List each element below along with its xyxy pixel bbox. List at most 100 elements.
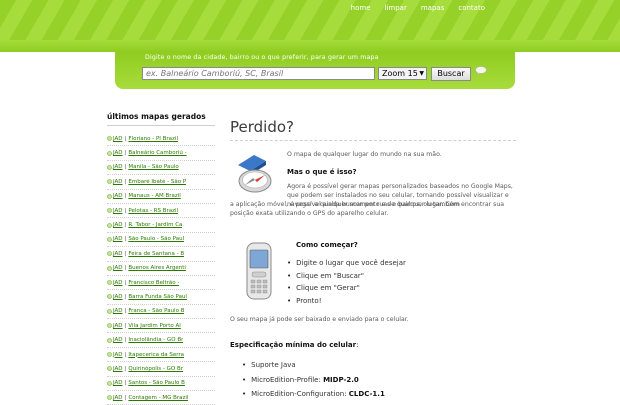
compass-map-icon bbox=[238, 155, 272, 193]
nav-contato-link[interactable]: contato bbox=[451, 4, 492, 12]
recent-maps-list: JAD | Floriano - PI Brazil JAD | Balneário Ca… bbox=[107, 132, 215, 405]
header-banner: home limpar mapas contato bbox=[0, 0, 620, 52]
map-location-link[interactable]: Manila - São Paulo bbox=[128, 164, 178, 170]
map-pin-icon bbox=[107, 395, 112, 401]
list-item: JAD | Embaré Ibaté - São P bbox=[107, 175, 215, 190]
map-pin-icon bbox=[107, 352, 112, 357]
separator: | bbox=[124, 293, 127, 300]
description-text-cont: a aplicação móvel, é possível ainda busc… bbox=[230, 201, 505, 217]
spec-heading: Especificação mínima do celular: bbox=[230, 341, 358, 349]
spec-heading-label: Especificação mínima do celular bbox=[230, 341, 357, 349]
separator: | bbox=[124, 265, 127, 272]
map-location-link[interactable]: Francisco Beltrão - bbox=[128, 280, 179, 286]
separator: | bbox=[124, 351, 127, 358]
sidebar: últimos mapas gerados JAD | Floriano - PI … bbox=[107, 112, 215, 405]
chevron-down-icon: ▼ bbox=[419, 70, 424, 77]
main-content: Perdido? O mapa de qualquer lugar do mun… bbox=[230, 118, 516, 398]
list-item: JAD | Quirinópolis - GO Br bbox=[107, 362, 215, 377]
separator: | bbox=[124, 236, 127, 243]
separator: | bbox=[124, 207, 127, 214]
map-location-link[interactable]: Pelotas - RS Brazil bbox=[128, 208, 178, 214]
jad-download-link[interactable]: JAD bbox=[113, 380, 123, 386]
map-pin-icon bbox=[107, 366, 112, 372]
spec-heading-colon: : bbox=[356, 341, 359, 349]
map-pin-icon bbox=[107, 309, 112, 314]
top-nav: home limpar mapas contato bbox=[344, 4, 492, 12]
page-title: Perdido? bbox=[230, 118, 516, 141]
jad-download-link[interactable]: JAD bbox=[113, 251, 123, 257]
search-input[interactable] bbox=[142, 67, 375, 80]
map-location-link[interactable]: Buenos Aires Argenti bbox=[128, 265, 186, 271]
map-location-link[interactable]: Vila Jardim Porto Al bbox=[128, 323, 180, 329]
phone-icon bbox=[246, 242, 272, 300]
search-hint: Digite o nome da cidade, bairro ou o que… bbox=[145, 54, 379, 61]
jad-download-link[interactable]: JAD bbox=[113, 366, 123, 372]
list-item: JAD | Itapecerica da Serra bbox=[107, 348, 215, 363]
separator: | bbox=[124, 150, 127, 157]
jad-download-link[interactable]: JAD bbox=[113, 294, 123, 300]
list-item: JAD | Buenos Aires Argenti bbox=[107, 262, 215, 276]
map-location-link[interactable]: Santos - São Paulo B bbox=[128, 380, 185, 386]
final-text: O seu mapa já pode ser baixado e enviado… bbox=[230, 316, 409, 323]
separator: | bbox=[124, 222, 127, 229]
jad-download-link[interactable]: JAD bbox=[113, 352, 123, 358]
map-location-link[interactable]: Franca - São Paulo B bbox=[128, 308, 184, 314]
map-location-link[interactable]: R. Tabor - Jardim Ca bbox=[128, 222, 182, 228]
map-pin-icon bbox=[107, 251, 112, 257]
map-location-link[interactable]: Inaciolândia - GO Br bbox=[128, 337, 183, 343]
nav-mapas-link[interactable]: mapas bbox=[414, 4, 452, 12]
separator: | bbox=[124, 279, 127, 286]
jad-download-link[interactable]: JAD bbox=[113, 308, 123, 314]
map-location-link[interactable]: Manaus - AM Brazil bbox=[128, 193, 180, 199]
list-item: JAD | São Paulo - São Paul bbox=[107, 233, 215, 248]
separator: | bbox=[124, 193, 127, 200]
jad-download-link[interactable]: JAD bbox=[113, 265, 123, 271]
step-item: Clique em "Gerar" bbox=[287, 282, 406, 295]
nav-limpar-link[interactable]: limpar bbox=[378, 4, 414, 12]
separator: | bbox=[124, 380, 127, 387]
jad-download-link[interactable]: JAD bbox=[113, 150, 123, 156]
map-location-link[interactable]: São Paulo - São Paul bbox=[128, 236, 184, 242]
map-location-link[interactable]: Balneário Camboriú - bbox=[128, 150, 186, 156]
jad-download-link[interactable]: JAD bbox=[113, 136, 123, 142]
list-item: JAD | Manaus - AM Brazil bbox=[107, 190, 215, 204]
zoom-select-value: Zoom 15 bbox=[382, 69, 418, 78]
spec-item: Suporte Java bbox=[242, 358, 385, 373]
list-item: JAD | Floriano - PI Brazil bbox=[107, 132, 215, 147]
map-location-link[interactable]: Floriano - PI Brazil bbox=[128, 136, 178, 142]
map-pin-icon bbox=[107, 179, 112, 185]
spec-value: CLDC-1.1 bbox=[348, 390, 385, 398]
list-item: JAD | Pelotas - RS Brazil bbox=[107, 204, 215, 219]
jad-download-link[interactable]: JAD bbox=[113, 323, 123, 329]
what-is-heading: Mas o que é isso? bbox=[287, 168, 357, 176]
list-item: JAD | Manila - São Paulo bbox=[107, 161, 215, 176]
steps-list: Digite o lugar que você desejar Clique e… bbox=[287, 257, 406, 307]
jad-download-link[interactable]: JAD bbox=[113, 222, 123, 228]
map-location-link[interactable]: Feira de Santana - B bbox=[128, 251, 184, 257]
map-pin-icon bbox=[107, 237, 112, 242]
jad-download-link[interactable]: JAD bbox=[113, 164, 123, 170]
map-pin-icon bbox=[107, 381, 112, 386]
jad-download-link[interactable]: JAD bbox=[113, 208, 123, 214]
map-location-link[interactable]: Quirinópolis - GO Br bbox=[128, 366, 183, 372]
separator: | bbox=[124, 308, 127, 315]
map-location-link[interactable]: Barra Funda São Paul bbox=[128, 294, 187, 300]
jad-download-link[interactable]: JAD bbox=[113, 280, 123, 286]
sidebar-title: últimos mapas gerados bbox=[107, 112, 215, 126]
jad-download-link[interactable]: JAD bbox=[113, 179, 123, 185]
list-item: JAD | Barra Funda São Paul bbox=[107, 290, 215, 305]
map-pin-icon bbox=[107, 323, 112, 329]
nav-home-link[interactable]: home bbox=[344, 4, 378, 12]
list-item: JAD | Feira de Santana - B bbox=[107, 247, 215, 262]
map-location-link[interactable]: Embaré Ibaté - São P bbox=[128, 179, 186, 185]
list-item: JAD | Franca - São Paulo B bbox=[107, 305, 215, 320]
jad-download-link[interactable]: JAD bbox=[113, 236, 123, 242]
map-pin-icon bbox=[107, 208, 112, 213]
map-pin-icon bbox=[107, 136, 112, 141]
map-location-link[interactable]: Itapecerica da Serra bbox=[128, 352, 184, 358]
zoom-select[interactable]: Zoom 15 ▼ bbox=[378, 67, 427, 80]
jad-download-link[interactable]: JAD bbox=[113, 193, 123, 199]
search-button[interactable]: Buscar bbox=[431, 67, 471, 81]
jad-download-link[interactable]: JAD bbox=[113, 337, 123, 343]
step-item: Clique em "Buscar" bbox=[287, 270, 406, 283]
